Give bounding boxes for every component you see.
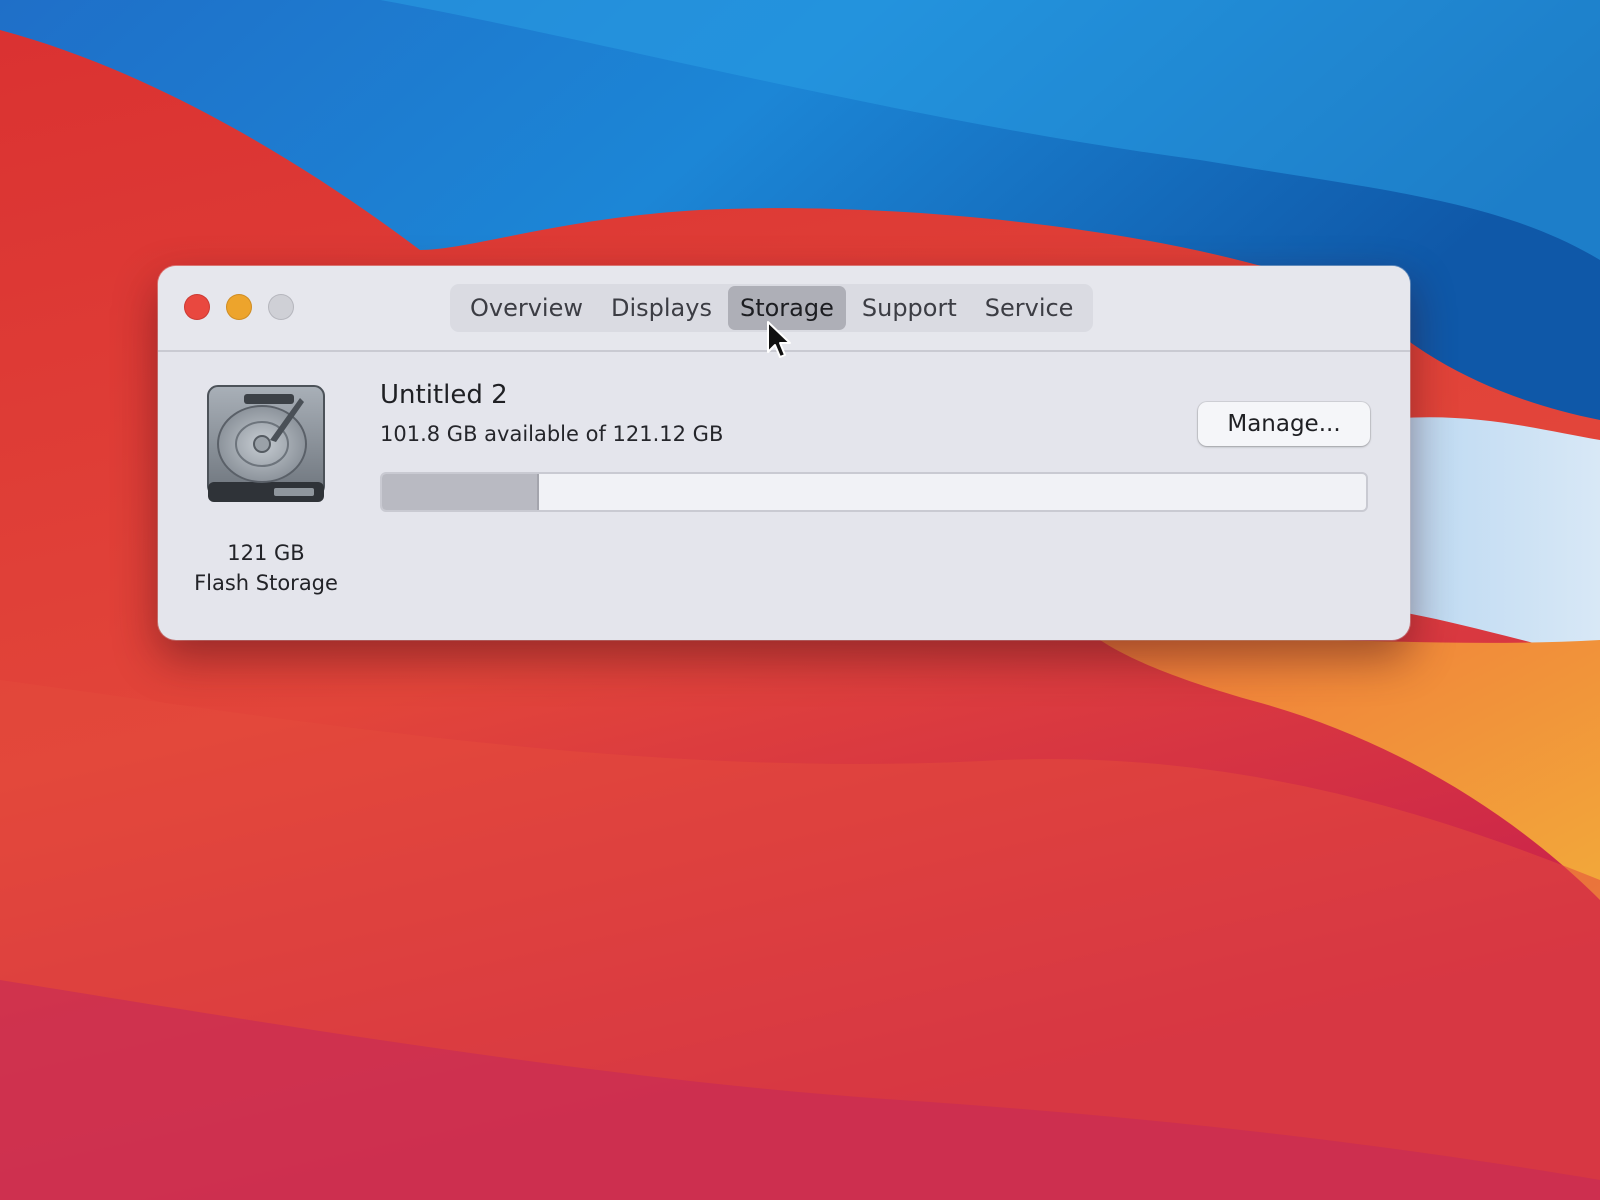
tab-support[interactable]: Support (850, 286, 969, 330)
manage-button[interactable]: Manage... (1198, 402, 1370, 446)
zoom-button[interactable] (268, 294, 294, 320)
minimize-button[interactable] (226, 294, 252, 320)
hard-drive-icon (207, 385, 325, 502)
drive-description: 121 GB Flash Storage (178, 538, 354, 598)
drive-capacity: 121 GB (227, 541, 305, 565)
mouse-cursor-icon (767, 321, 791, 358)
volume-available: 101.8 GB available of 121.12 GB (380, 422, 724, 446)
tab-displays[interactable]: Displays (599, 286, 724, 330)
close-button[interactable] (184, 294, 210, 320)
storage-usage-bar (380, 472, 1368, 512)
volume-name: Untitled 2 (380, 380, 508, 410)
tab-service[interactable]: Service (973, 286, 1086, 330)
drive-type: Flash Storage (194, 571, 338, 595)
storage-used-segment (382, 474, 540, 510)
tab-overview[interactable]: Overview (458, 286, 595, 330)
